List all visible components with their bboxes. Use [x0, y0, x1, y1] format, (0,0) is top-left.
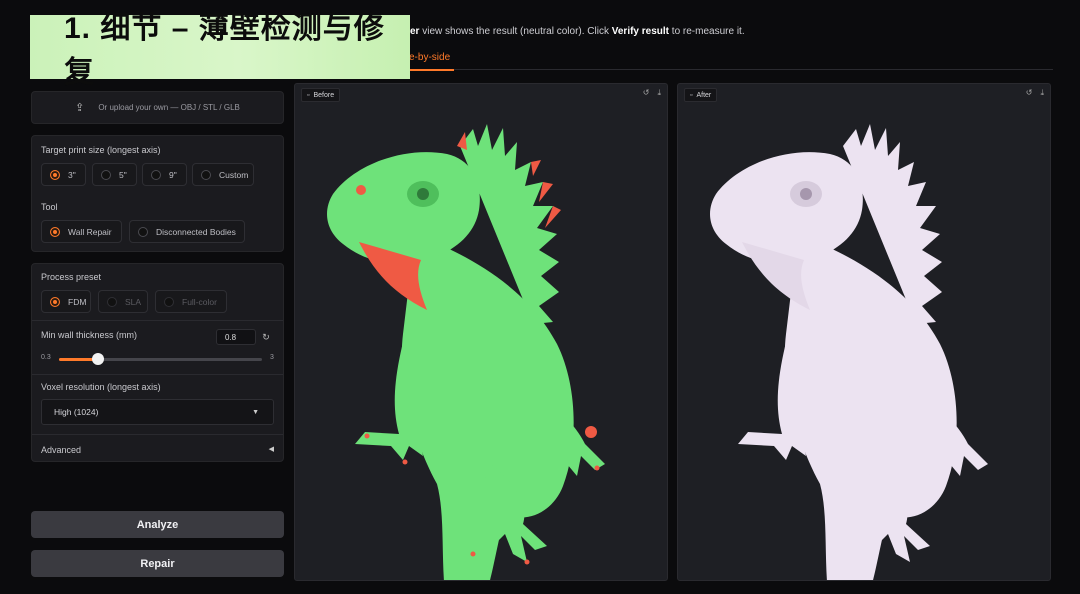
radio-preset-fdm[interactable]: FDM — [41, 290, 91, 313]
upload-text: Or upload your own — OBJ / STL / GLB — [98, 103, 240, 112]
radio-preset-full-color[interactable]: Full-color — [155, 290, 227, 313]
slider-thumb[interactable] — [91, 353, 104, 365]
instruction-mid: view shows the result (neutral color). C… — [419, 26, 612, 37]
after-model-render — [710, 124, 988, 580]
reset-icon[interactable]: ↻ — [258, 329, 274, 345]
process-card: Process preset FDM SLA Full-color Min wa… — [31, 263, 284, 462]
radio-label: Custom — [219, 169, 249, 180]
radio-dot — [138, 226, 148, 237]
radio-dot — [151, 169, 161, 180]
radio-dot-selected — [50, 226, 60, 237]
dropdown-caret-icon: ▼ — [252, 409, 259, 416]
wall-thickness-label: Min wall thickness (mm) — [41, 330, 138, 340]
wall-thickness-slider[interactable] — [59, 353, 262, 365]
before-model-render — [327, 124, 605, 580]
radio-tool-disconnected[interactable]: Disconnected Bodies — [129, 220, 245, 243]
advanced-toggle-icon[interactable]: ◀ — [269, 445, 274, 453]
radio-dot-selected — [50, 169, 60, 180]
print-size-label: Target print size (longest axis) — [41, 145, 161, 155]
radio-label: FDM — [68, 296, 87, 307]
voxel-label: Voxel resolution (longest axis) — [41, 382, 161, 392]
divider — [32, 374, 283, 375]
tool-label: Tool — [41, 202, 58, 212]
preset-label: Process preset — [41, 272, 102, 282]
repair-button[interactable]: Repair — [31, 550, 284, 577]
voxel-resolution-select[interactable]: High (1024) ▼ — [41, 399, 274, 425]
radio-tool-wall-repair[interactable]: Wall Repair — [41, 220, 122, 243]
slider-min-label: 0.3 — [41, 354, 51, 361]
radio-label: Disconnected Bodies — [156, 226, 236, 237]
radio-label: SLA — [125, 296, 142, 307]
radio-size-custom[interactable]: Custom — [192, 163, 254, 186]
radio-dot — [201, 169, 211, 180]
radio-size-5in[interactable]: 5" — [92, 163, 137, 186]
radio-dot-selected — [50, 296, 60, 307]
radio-label: 9" — [169, 169, 177, 180]
radio-preset-sla[interactable]: SLA — [98, 290, 148, 313]
upload-icon: ⇪ — [75, 102, 85, 114]
iguana-model-before — [327, 124, 605, 580]
instruction-end: to re-measure it. — [669, 26, 745, 37]
wall-thickness-input[interactable]: 0.8 — [216, 329, 256, 345]
voxel-selected-value: High (1024) — [54, 407, 99, 417]
radio-label: Full-color — [182, 296, 217, 307]
advanced-label[interactable]: Advanced — [41, 445, 81, 455]
divider — [32, 434, 283, 435]
instruction-verify: Verify result — [611, 26, 670, 37]
title-banner: 1. 细节 – 薄壁检测与修复 — [30, 12, 410, 89]
radio-size-3in[interactable]: 3" — [41, 163, 86, 186]
radio-label: 3" — [68, 169, 76, 180]
instruction-text: er view shows the result (neutral color)… — [410, 26, 745, 37]
radio-size-9in[interactable]: 9" — [142, 163, 187, 186]
radio-dot — [164, 296, 174, 307]
iguana-model-after — [710, 124, 988, 580]
analyze-button[interactable]: Analyze — [31, 511, 284, 538]
tab-side-by-side[interactable]: e-by-side — [405, 52, 455, 71]
print-settings-card: Target print size (longest axis) 3" 5" 9… — [31, 135, 284, 252]
slider-max-label: 3 — [270, 354, 274, 361]
radio-dot — [107, 296, 117, 307]
banner-title: 1. 细节 – 薄壁检测与修复 — [64, 12, 385, 89]
upload-dropzone[interactable]: ⇪ Or upload your own — OBJ / STL / GLB — [31, 91, 284, 124]
divider — [32, 320, 283, 321]
radio-label: 5" — [119, 169, 127, 180]
radio-dot — [101, 169, 111, 180]
radio-label: Wall Repair — [68, 226, 112, 237]
after-viewport[interactable]: ▫ After ↺ ⤓ — [677, 83, 1051, 581]
before-viewport[interactable]: ▫ Before ↺ ⤓ — [294, 83, 668, 581]
